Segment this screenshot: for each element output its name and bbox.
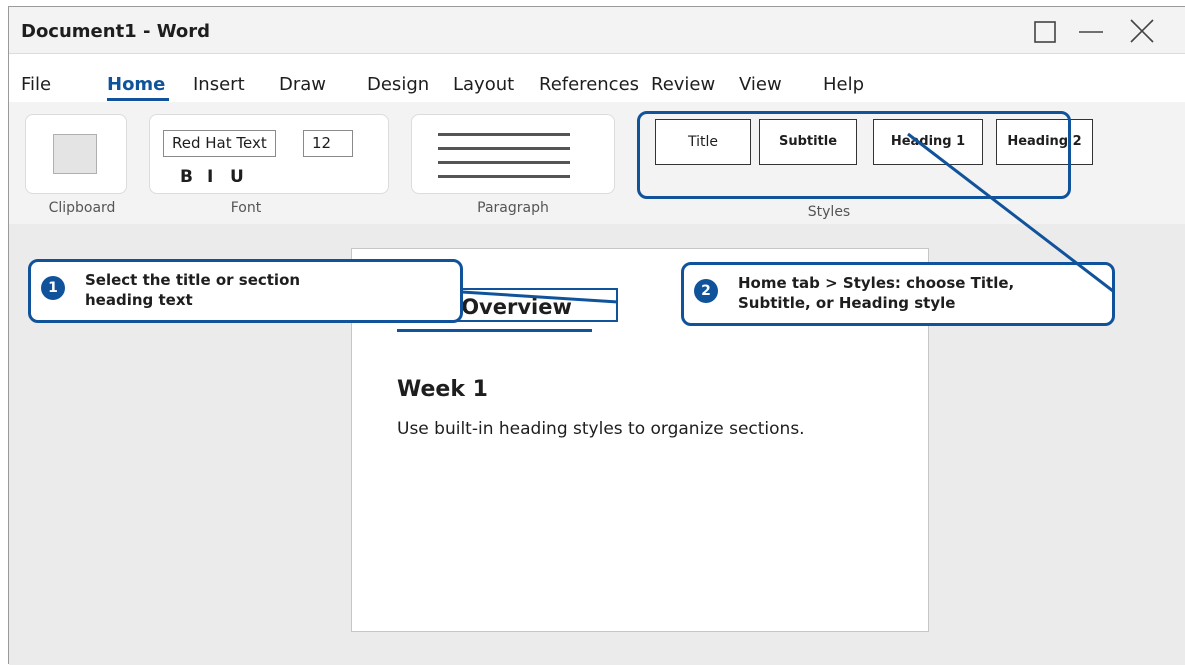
active-tab-underline	[107, 98, 169, 101]
close-button[interactable]	[1123, 15, 1159, 47]
clipboard-label: Clipboard	[48, 200, 116, 216]
menu-insert[interactable]: Insert	[193, 74, 245, 95]
menu-view[interactable]: View	[739, 74, 782, 95]
callout-2-badge: 2	[694, 279, 718, 303]
clipboard-group	[25, 114, 127, 194]
menu-draw[interactable]: Draw	[279, 74, 326, 95]
callout-2-line-1: Home tab > Styles: choose Title,	[738, 274, 1015, 292]
font-label: Font	[230, 200, 262, 216]
document-heading[interactable]: Week 1	[397, 377, 488, 402]
paragraph-group	[411, 114, 615, 194]
menu-help[interactable]: Help	[823, 74, 864, 95]
styles-label: Styles	[807, 204, 851, 220]
menu-review[interactable]: Review	[651, 74, 715, 95]
bold-button[interactable]: B	[180, 167, 193, 187]
callout-1-badge: 1	[41, 276, 65, 300]
callout-1: 1 Select the title or section heading te…	[28, 259, 463, 323]
font-group: Red Hat Text 12 B I U	[149, 114, 389, 194]
callout-1-line-2: heading text	[85, 291, 193, 309]
underline-button[interactable]: U	[230, 167, 244, 187]
document-body-text[interactable]: Use built-in heading styles to organize …	[397, 419, 805, 439]
minimize-button[interactable]	[1073, 15, 1109, 47]
callout-2-text: Home tab > Styles: choose Title, Subtitl…	[738, 273, 1014, 313]
italic-button[interactable]: I	[207, 167, 213, 187]
callout-2-line-2: Subtitle, or Heading style	[738, 294, 956, 312]
callout-2: 2 Home tab > Styles: choose Title, Subti…	[681, 262, 1115, 326]
menu-bar: File Home Insert Draw Design Layout Refe…	[9, 54, 1185, 102]
menu-layout[interactable]: Layout	[453, 74, 514, 95]
menu-references[interactable]: References	[539, 74, 639, 95]
word-window: Document1 - Word File Home Insert Draw D…	[8, 6, 1185, 665]
menu-file[interactable]: File	[21, 74, 51, 95]
title-bar: Document1 - Word	[9, 7, 1185, 54]
menu-home[interactable]: Home	[107, 74, 165, 95]
callout-1-text: Select the title or section heading text	[85, 270, 300, 310]
close-icon	[1123, 15, 1159, 47]
title-underline	[397, 329, 592, 332]
minimize-icon	[1073, 15, 1109, 47]
font-name-box[interactable]: Red Hat Text	[163, 130, 276, 157]
font-size-box[interactable]: 12	[303, 130, 353, 157]
maximize-icon	[1025, 15, 1061, 47]
window-title: Document1 - Word	[21, 21, 211, 42]
paragraph-label: Paragraph	[477, 200, 549, 216]
maximize-button[interactable]	[1025, 15, 1061, 47]
styles-highlight-frame	[637, 111, 1071, 199]
callout-1-line-1: Select the title or section	[85, 271, 301, 289]
menu-design[interactable]: Design	[367, 74, 429, 95]
paste-icon[interactable]	[53, 134, 97, 174]
